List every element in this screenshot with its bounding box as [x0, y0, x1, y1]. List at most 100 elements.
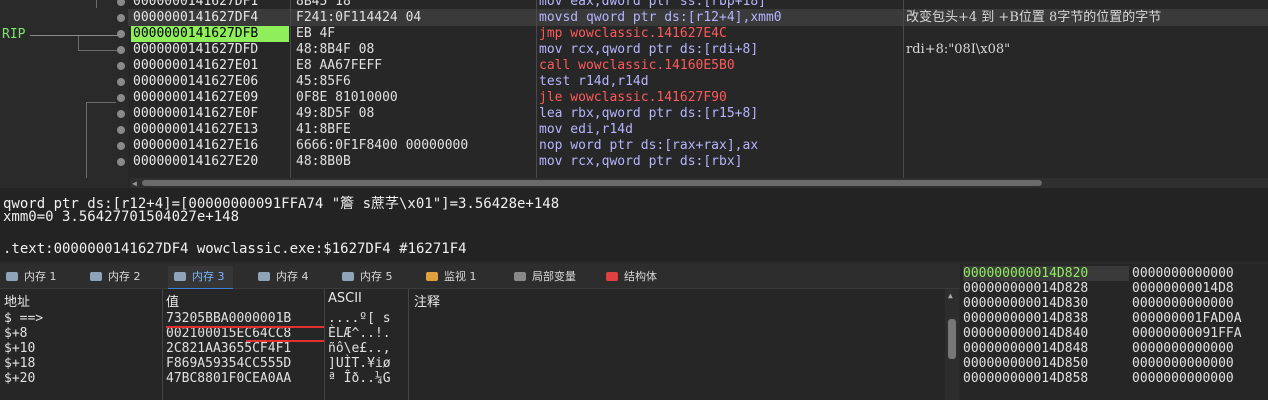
instruction-address: 0000000141627DF4 — [133, 10, 259, 25]
dump-value: 002100015EC64CC8 — [166, 326, 292, 341]
stack-row[interactable]: 000000000014D820 0000000000000 — [960, 266, 1268, 281]
tab-memory-5[interactable]: 内存 5 — [336, 266, 401, 288]
instruction-bytes: 0F8E 81010000 — [296, 90, 398, 105]
header-comment: 注释 — [414, 295, 441, 310]
tab-memory-2[interactable]: 内存 2 — [84, 266, 149, 288]
scrollbar-thumb[interactable] — [142, 180, 1042, 186]
scroll-left-icon[interactable]: ◀ — [132, 179, 137, 188]
dump-value: F869A59354CC555D — [166, 356, 292, 371]
instruction-text: mov rcx,qword ptr ds:[rbx] — [539, 154, 743, 169]
tab-label: 局部变量 — [532, 270, 576, 283]
instruction-text: jle wowclassic.141627F90 — [539, 90, 727, 105]
disassembly-view[interactable]: RIP 0000000141627DF1 8B45 18 mov eax,dword… — [0, 0, 1268, 188]
tab-struct-8[interactable]: 结构体 — [600, 266, 665, 288]
stack-row[interactable]: 000000000014D850 0000000000000 — [960, 356, 1268, 371]
header-value: 值 — [166, 295, 180, 310]
disasm-row[interactable]: 0000000141627E20 48:8B0B mov rcx,qword ptr… — [0, 154, 1268, 170]
instruction-bytes: 41:8BFE — [296, 122, 351, 137]
dump-ascii: ....º[ s — [328, 311, 391, 326]
disasm-row[interactable]: 0000000141627DF1 8B45 18 mov eax,dword ptr… — [0, 0, 1268, 10]
stack-value: 0000000000000 — [1132, 266, 1234, 281]
stack-address: 000000000014D830 — [963, 296, 1089, 311]
breakpoint-dot-icon[interactable] — [117, 46, 125, 54]
instruction-address: 0000000141627E16 — [133, 138, 259, 153]
red-underline-annotation — [246, 340, 324, 342]
stack-row[interactable]: 000000000014D858 0000000000000 — [960, 371, 1268, 386]
tab-label: 监视 1 — [444, 270, 477, 283]
disasm-row[interactable]: 0000000141627DF4 F241:0F114424 04 movsd qw… — [0, 10, 1268, 26]
stack-address: 000000000014D858 — [963, 371, 1089, 386]
disasm-row[interactable]: 0000000141627DFB EB 4F jmp wowclassic.1416… — [0, 26, 1268, 42]
memory-icon — [174, 272, 186, 281]
tab-memory-1[interactable]: 内存 1 — [0, 266, 65, 288]
watch-icon — [426, 272, 438, 281]
tab-memory-4[interactable]: 内存 4 — [252, 266, 317, 288]
breakpoint-dot-icon[interactable] — [117, 110, 125, 118]
stack-view[interactable]: 000000000014D820 0000000000000 00000000001… — [960, 264, 1268, 400]
stack-address: 000000000014D850 — [963, 356, 1089, 371]
scroll-up-icon[interactable]: ▲ — [948, 291, 953, 300]
horizontal-scrollbar[interactable]: ◀ — [130, 178, 1268, 188]
tab-label: 内存 2 — [108, 270, 141, 283]
locals-icon — [514, 272, 526, 281]
stack-address: 000000000014D828 — [963, 281, 1089, 296]
instruction-text: movsd qword ptr ds:[r12+4],xmm0 — [539, 10, 782, 25]
stack-row[interactable]: 000000000014D840 00000000091FFA — [960, 326, 1268, 341]
stack-row[interactable]: 000000000014D830 0000000000000 — [960, 296, 1268, 311]
dump-vertical-scrollbar[interactable]: ▲ — [945, 289, 959, 400]
breakpoint-dot-icon[interactable] — [117, 158, 125, 166]
breakpoint-dot-icon[interactable] — [117, 142, 125, 150]
stack-row[interactable]: 000000000014D838 000000001FAD0A — [960, 311, 1268, 326]
info-line-register: xmm0=0 3.56427701504027e+148 — [3, 209, 240, 225]
instruction-text: nop word ptr ds:[rax+rax],ax — [539, 138, 759, 153]
header-address: 地址 — [4, 295, 31, 310]
instruction-address: 0000000141627E13 — [133, 122, 259, 137]
stack-value: 000000001FAD0A — [1132, 311, 1242, 326]
scrollbar-thumb[interactable] — [948, 319, 956, 359]
instruction-bytes: 48:8B4F 08 — [296, 42, 375, 57]
stack-value: 0000000000000 — [1132, 371, 1234, 386]
dump-address: $+8 — [4, 326, 28, 341]
instruction-text: mov eax,dword ptr ss:[rbp+18] — [539, 0, 766, 9]
tab-watch-6[interactable]: 监视 1 — [420, 266, 485, 288]
memory-icon — [90, 272, 102, 281]
tab-label: 结构体 — [624, 270, 657, 283]
dump-value: 73205BBA0000001B — [166, 311, 292, 326]
breakpoint-dot-icon[interactable] — [117, 62, 125, 70]
memory-icon — [258, 272, 270, 281]
disasm-row[interactable]: 0000000141627E09 0F8E 81010000 jle wowclas… — [0, 90, 1268, 106]
breakpoint-dot-icon[interactable] — [117, 0, 125, 6]
dump-value: 2C821AA3655CF4F1 — [166, 341, 292, 356]
breakpoint-dot-icon[interactable] — [117, 94, 125, 102]
dump-address: $+10 — [4, 341, 36, 356]
disasm-row[interactable]: 0000000141627E01 E8 AA67FEFF call wowclass… — [0, 58, 1268, 74]
tab-label: 内存 1 — [24, 270, 57, 283]
tab-label: 内存 3 — [192, 270, 225, 283]
stack-address: 000000000014D820 — [963, 266, 1129, 281]
tab-label: 内存 4 — [276, 270, 309, 283]
disasm-row[interactable]: 0000000141627E0F 49:8D5F 08 lea rbx,qword … — [0, 106, 1268, 122]
instruction-bytes: 6666:0F1F8400 00000000 — [296, 138, 469, 153]
tab-locals-7[interactable]: 局部变量 — [508, 266, 584, 288]
breakpoint-dot-icon[interactable] — [117, 14, 125, 22]
instruction-bytes: F241:0F114424 04 — [296, 10, 422, 25]
disasm-row[interactable]: 0000000141627E16 6666:0F1F8400 00000000 no… — [0, 138, 1268, 154]
stack-row[interactable]: 000000000014D828 00000000014D8 — [960, 281, 1268, 296]
breakpoint-dot-icon[interactable] — [117, 126, 125, 134]
red-underline-annotation — [166, 326, 324, 328]
dump-ascii: ÈLÆ^..!. — [328, 326, 391, 341]
stack-value: 0000000000000 — [1132, 296, 1234, 311]
tab-memory-3[interactable]: 内存 3 — [168, 266, 233, 290]
stack-address: 000000000014D840 — [963, 326, 1089, 341]
breakpoint-dot-icon[interactable] — [117, 30, 125, 38]
stack-row[interactable]: 000000000014D848 0000000000000 — [960, 341, 1268, 356]
dump-address: $+18 — [4, 356, 36, 371]
disasm-row[interactable]: 0000000141627E13 41:8BFE mov edi,r14d — [0, 122, 1268, 138]
breakpoint-dot-icon[interactable] — [117, 78, 125, 86]
disasm-row[interactable]: 0000000141627DFD 48:8B4F 08 mov rcx,qword … — [0, 42, 1268, 58]
instruction-address: 0000000141627E20 — [133, 154, 259, 169]
memory-dump-view[interactable]: 地址 值 ASCII 注释 $ ==> 73205BBA0000001B ....º… — [0, 289, 945, 400]
disasm-row[interactable]: 0000000141627E06 45:85F6 test r14d,r14d — [0, 74, 1268, 90]
stack-value: 0000000000000 — [1132, 341, 1234, 356]
dump-ascii: ]UÌT.¥iø — [328, 356, 391, 371]
